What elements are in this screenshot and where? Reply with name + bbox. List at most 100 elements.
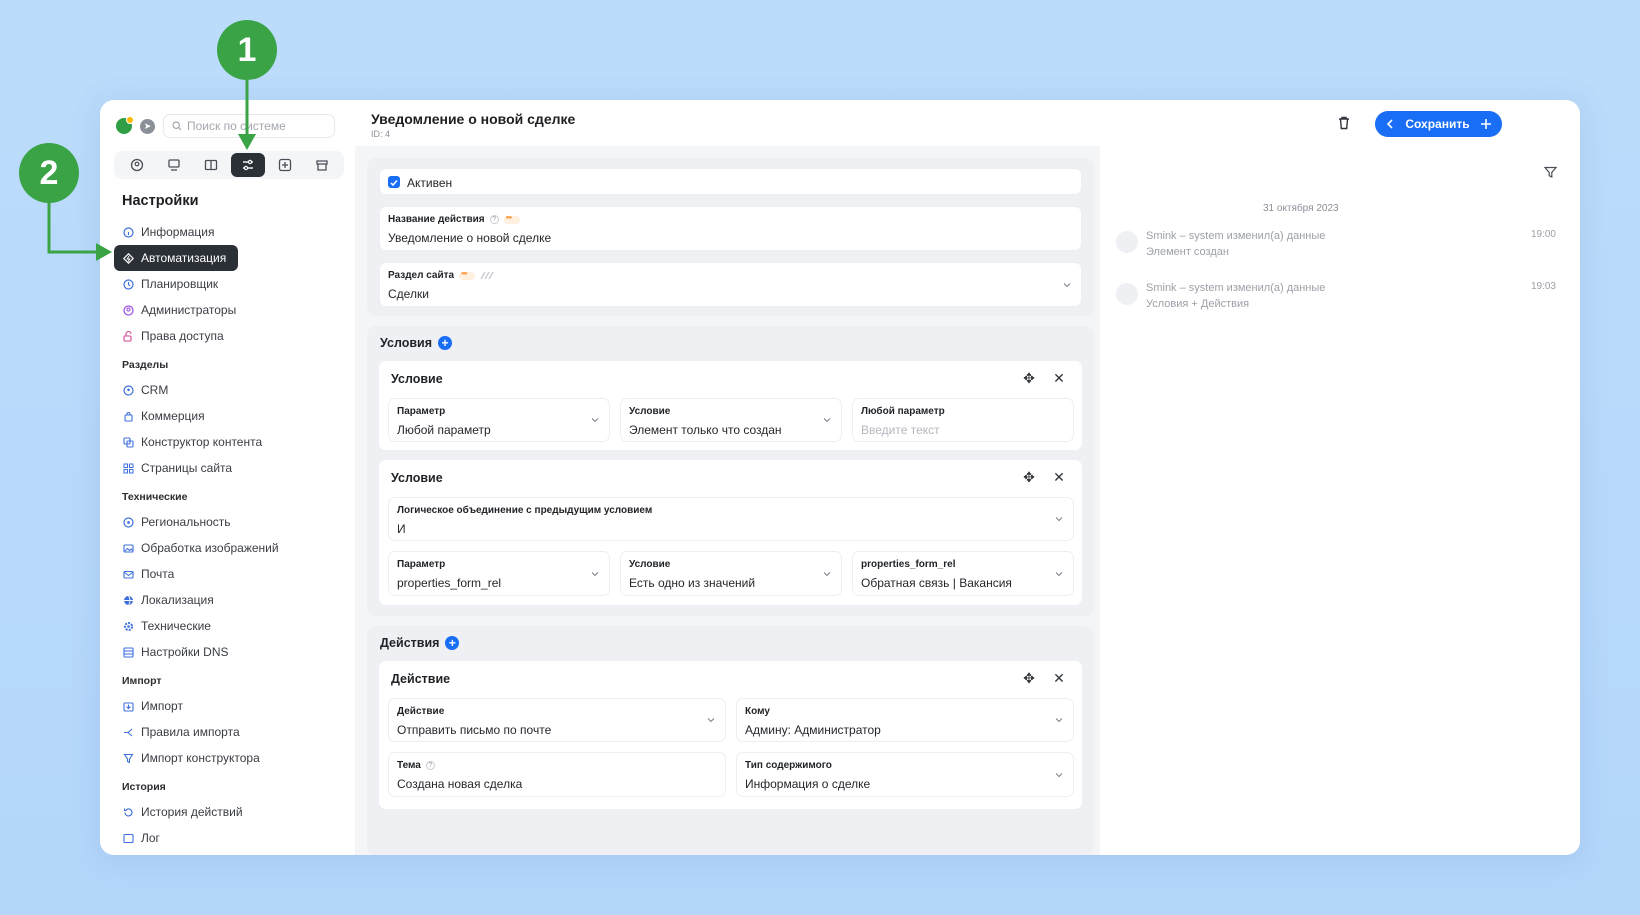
logo-icon[interactable] (116, 116, 134, 134)
sidebar-item-label: Почта (141, 567, 175, 581)
funnel-icon (122, 752, 134, 764)
param-value: Любой параметр (397, 423, 491, 437)
sidebar-item-label: История действий (141, 805, 243, 819)
sidebar-item-label: Коммерция (141, 409, 205, 423)
active-checkbox-row[interactable]: Активен (379, 168, 1082, 195)
chevron-down-icon (823, 571, 831, 576)
sidebar-item-import-rules[interactable]: Правила импорта (114, 719, 344, 745)
action-type-value: Отправить письмо по почте (397, 723, 552, 737)
history-item[interactable]: Smink – system изменил(а) данные Условия… (1116, 281, 1556, 315)
add-action-button[interactable]: + (445, 636, 460, 650)
chevron-left-icon (1386, 119, 1393, 129)
drag-handle-icon[interactable]: ✥ (1021, 469, 1037, 485)
active-checkbox[interactable] (388, 176, 400, 188)
close-icon[interactable]: ✕ (1051, 370, 1067, 386)
field-label: Параметр (397, 406, 446, 417)
logic-join-select[interactable]: Логическое объединение с предыдущим усло… (388, 497, 1074, 541)
sidebar-item-image-processing[interactable]: Обработка изображений (114, 535, 344, 561)
mail-icon (122, 568, 134, 580)
sidebar-item-site-pages[interactable]: Страницы сайта (114, 455, 344, 481)
param-select[interactable]: Параметр Любой параметр (388, 398, 610, 442)
sidebar-item-content-builder[interactable]: Конструктор контента (114, 429, 344, 455)
condition-select[interactable]: Условие Элемент только что создан (620, 398, 842, 442)
chevron-down-icon (1055, 718, 1063, 723)
sidebar-item-access[interactable]: Права доступа (114, 323, 344, 349)
chevron-down-icon (823, 418, 831, 423)
location-icon (122, 516, 134, 528)
conditions-header: Условия + (380, 336, 453, 350)
sidebar-item-import-builder[interactable]: Импорт конструктора (114, 745, 344, 771)
any-param-input[interactable]: Любой параметр Введите текст (852, 398, 1074, 442)
history-date: 31 октября 2023 (1263, 203, 1339, 214)
sidebar-item-commerce[interactable]: Коммерция (114, 403, 344, 429)
sidebar-item-label: Локализация (141, 593, 214, 607)
search-input[interactable]: Поиск по системе (163, 114, 335, 138)
sidebar-item-automation[interactable]: Автоматизация (114, 245, 238, 271)
shop-module-icon[interactable] (305, 153, 339, 177)
help-icon[interactable]: ? (425, 761, 435, 770)
sidebar-item-localization[interactable]: Локализация (114, 587, 344, 613)
field-label-wrap: Тема? (397, 760, 435, 771)
recipient-select[interactable]: Кому Админу: Администратор (736, 698, 1074, 742)
subject-input[interactable]: Тема? Создана новая сделка (388, 752, 726, 797)
sidebar-item-technical[interactable]: Технические (114, 613, 344, 639)
more-icon[interactable] (459, 269, 476, 280)
book-module-icon[interactable] (194, 153, 228, 177)
save-button[interactable]: Сохранить (1375, 111, 1502, 137)
site-section-select[interactable]: Раздел сайта Сделки (379, 262, 1082, 307)
history-pane: 31 октября 2023 Smink – system изменил(а… (1103, 146, 1580, 855)
delete-button[interactable] (1336, 115, 1354, 133)
filter-button[interactable] (1543, 166, 1558, 184)
field-label: Логическое объединение с предыдущим усло… (397, 505, 653, 516)
content-type-select[interactable]: Тип содержимого Информация о сделке (736, 752, 1074, 797)
crm-module-icon[interactable] (120, 153, 154, 177)
sidebar-item-import[interactable]: Импорт (114, 693, 344, 719)
close-icon[interactable]: ✕ (1051, 469, 1067, 485)
sidebar-item-action-history[interactable]: История действий (114, 799, 344, 825)
sidebar-item-mail[interactable]: Почта (114, 561, 344, 587)
add-condition-button[interactable]: + (438, 336, 453, 350)
sidebar-item-log[interactable]: Лог (114, 825, 344, 851)
section-title: Технические (122, 491, 188, 503)
sidebar-item-label: Автоматизация (141, 251, 227, 265)
field-label: Любой параметр (861, 406, 945, 417)
condition-select[interactable]: Условие Есть одно из значений (620, 551, 842, 596)
form-rel-select[interactable]: properties_form_rel Обратная связь | Вак… (852, 551, 1074, 596)
sidebar-item-dns[interactable]: Настройки DNS (114, 639, 344, 665)
history-item[interactable]: Smink – system изменил(а) данные Элемент… (1116, 229, 1556, 263)
sites-module-icon[interactable] (157, 153, 191, 177)
close-icon[interactable]: ✕ (1051, 670, 1067, 686)
conditions-title: Условия (380, 336, 433, 350)
chevron-down-icon (707, 718, 715, 723)
more-icon[interactable] (503, 213, 520, 224)
help-icon[interactable]: ? (489, 215, 499, 224)
field-label: Название действия (388, 214, 485, 225)
field-label: Тема (397, 760, 421, 771)
form-rel-value: Обратная связь | Вакансия (861, 576, 1012, 590)
scheduler-icon (122, 278, 134, 290)
field-label: Условие (629, 406, 671, 417)
admins-icon (122, 304, 134, 316)
param-select[interactable]: Параметр properties_form_rel (388, 551, 610, 596)
sidebar-item-scheduler[interactable]: Планировщик (114, 271, 344, 297)
action-type-select[interactable]: Действие Отправить письмо по почте (388, 698, 726, 742)
sidebar-item-crm[interactable]: CRM (114, 377, 344, 403)
drag-handle-icon[interactable]: ✥ (1021, 370, 1037, 386)
drag-handle-icon[interactable]: ✥ (1021, 670, 1037, 686)
add-module-icon[interactable] (268, 153, 302, 177)
field-label: Действие (397, 706, 445, 717)
plus-icon (1480, 119, 1491, 129)
sidebar-item-info[interactable]: Информация (114, 219, 344, 245)
compass-icon[interactable]: ➤ (140, 118, 155, 134)
grid-icon (122, 462, 134, 474)
sidebar-item-admins[interactable]: Администраторы (114, 297, 344, 323)
history-line1: Smink – system изменил(а) данные (1146, 230, 1326, 242)
sidebar-item-label: Региональность (141, 515, 231, 529)
settings-module-icon[interactable] (230, 153, 265, 177)
conditions-card: Условия + Условие ✥ ✕ Параметр Любой пара… (367, 326, 1094, 616)
image-icon (122, 542, 134, 554)
access-icon (122, 330, 134, 342)
sidebar-item-regional[interactable]: Региональность (114, 509, 344, 535)
action-name-field[interactable]: Название действия? Уведомление о новой с… (379, 206, 1082, 251)
check-icon (390, 180, 398, 187)
